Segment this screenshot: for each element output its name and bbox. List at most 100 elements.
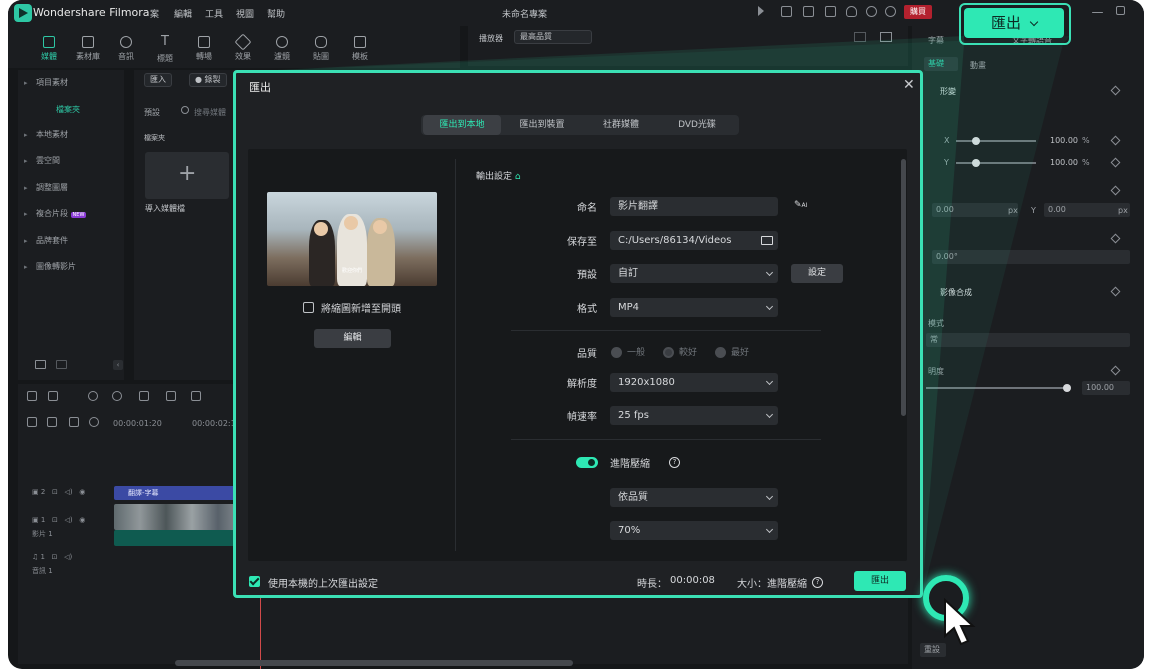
quality-normal-radio[interactable]	[611, 347, 622, 358]
sidebar-item-local-media[interactable]: 本地素材	[18, 124, 124, 146]
crop-icon[interactable]	[191, 391, 201, 401]
edit-thumbnail-button[interactable]: 編輯	[314, 329, 391, 348]
record-dropdown[interactable]: ● 錄製	[189, 73, 227, 87]
help-icon[interactable]: ?	[812, 577, 823, 588]
name-input[interactable]: 影片翻譯	[610, 197, 778, 216]
tool-filters[interactable]: 濾鏡	[264, 36, 300, 62]
tab-export-device[interactable]: 匯出到裝置	[503, 115, 581, 135]
menu-edit[interactable]: 編輯	[174, 7, 192, 20]
settings-scrollbar[interactable]	[901, 159, 906, 416]
send-icon[interactable]	[758, 6, 764, 16]
title-clip[interactable]: 翻譯-字幕	[114, 486, 244, 500]
export-callout-button[interactable]: 匯出	[964, 8, 1064, 38]
format-dropdown[interactable]: MP4	[610, 298, 778, 317]
quality-dropdown[interactable]: 最高品質	[514, 30, 592, 44]
tab-subtitle[interactable]: 字幕	[928, 35, 944, 46]
compression-mode-dropdown[interactable]: 依品質	[610, 488, 778, 507]
sidebar-item-folder[interactable]: 檔案夾	[56, 104, 80, 115]
add-thumbnail-checkbox[interactable]	[303, 302, 314, 313]
resolution-dropdown[interactable]: 1920x1080	[610, 373, 778, 392]
tool-stock[interactable]: 素材庫	[70, 36, 106, 62]
settings-button[interactable]: 設定	[791, 264, 843, 283]
tab-dvd[interactable]: DVD光碟	[659, 115, 735, 135]
scale-y-value[interactable]: 100.00	[1050, 158, 1078, 167]
sidebar-item-image-to-video[interactable]: 圖像轉影片	[18, 256, 124, 278]
tool-titles[interactable]: T 標題	[147, 35, 183, 64]
keyframe-diamond-icon[interactable]	[1110, 365, 1121, 376]
blend-mode-dropdown[interactable]: 常	[926, 333, 1130, 347]
select-tool-icon[interactable]	[48, 391, 58, 401]
scale-y-slider[interactable]	[956, 162, 1036, 164]
menu-file[interactable]: 案	[150, 7, 159, 20]
tab-social-media[interactable]: 社群媒體	[585, 115, 657, 135]
marker-icon[interactable]	[69, 417, 79, 427]
minimize-icon[interactable]	[1092, 12, 1103, 13]
menu-help[interactable]: 幫助	[267, 7, 285, 20]
tool-transitions[interactable]: 轉場	[186, 36, 222, 62]
position-x-field[interactable]: 0.00	[932, 203, 1018, 217]
redo-icon[interactable]	[112, 391, 122, 401]
add-track-icon[interactable]	[27, 417, 37, 427]
help-icon[interactable]: ?	[669, 457, 680, 468]
cloud-icon[interactable]	[846, 6, 857, 17]
keyframe-diamond-icon[interactable]	[1110, 185, 1121, 196]
use-last-settings-checkbox[interactable]	[249, 576, 260, 587]
keyframe-diamond-icon[interactable]	[1110, 135, 1121, 146]
quality-better-radio[interactable]	[663, 347, 674, 358]
snapshot-icon[interactable]	[880, 32, 892, 42]
preset-filter[interactable]: 預設	[144, 107, 160, 118]
document-icon[interactable]	[781, 6, 792, 17]
tool-templates[interactable]: 模板	[342, 36, 378, 62]
opacity-value[interactable]: 100.00	[1082, 381, 1130, 395]
buy-button[interactable]: 購買	[904, 5, 932, 19]
keyframe-diamond-icon[interactable]	[1110, 85, 1121, 96]
quality-best-radio[interactable]	[715, 347, 726, 358]
tool-effects[interactable]: 效果	[225, 33, 261, 62]
sidebar-item-compound-clip[interactable]: 複合片段 NEW	[18, 203, 124, 225]
sidebar-item-project-media[interactable]: 項目素材	[18, 72, 124, 94]
menu-view[interactable]: 視圖	[236, 7, 254, 20]
scale-x-knob[interactable]	[972, 137, 980, 145]
undo-icon[interactable]	[88, 391, 98, 401]
grid-icon[interactable]	[854, 32, 866, 42]
timeline-scrollbar[interactable]	[175, 660, 573, 666]
advanced-compression-toggle[interactable]	[576, 457, 598, 468]
scale-x-slider[interactable]	[956, 140, 1036, 142]
menu-tools[interactable]: 工具	[205, 7, 223, 20]
notification-icon[interactable]	[885, 6, 896, 17]
new-folder-icon[interactable]	[35, 360, 46, 369]
layout-icon[interactable]	[27, 391, 37, 401]
scale-y-knob[interactable]	[972, 159, 980, 167]
rotation-field[interactable]: 0.00°	[932, 250, 1130, 264]
tab-export-local[interactable]: 匯出到本地	[423, 115, 501, 135]
magnet-icon[interactable]	[89, 417, 99, 427]
framerate-dropdown[interactable]: 25 fps	[610, 406, 778, 425]
keyframe-diamond-icon[interactable]	[1110, 157, 1121, 168]
audio-waveform-clip[interactable]	[114, 530, 244, 546]
search-input[interactable]: 搜尋媒體	[194, 107, 226, 118]
folder-open-icon[interactable]	[761, 236, 773, 245]
scissors-icon[interactable]	[166, 391, 176, 401]
sub-tab-basic[interactable]: 基礎	[924, 57, 958, 71]
sidebar-item-brand-kit[interactable]: 品牌套件	[18, 230, 124, 252]
collapse-sidebar-icon[interactable]: ‹	[113, 360, 123, 370]
scale-x-value[interactable]: 100.00	[1050, 136, 1078, 145]
keyframe-diamond-icon[interactable]	[1110, 233, 1121, 244]
save-path-input[interactable]: C:/Users/86134/Videos	[610, 231, 778, 250]
tool-stickers[interactable]: 貼圖	[303, 36, 339, 62]
restore-icon[interactable]	[1116, 6, 1125, 15]
import-media-tile[interactable]	[145, 152, 229, 199]
keyframe-diamond-icon[interactable]	[1110, 286, 1121, 297]
delete-icon[interactable]	[139, 391, 149, 401]
sidebar-item-cloud[interactable]: 雲空間	[18, 150, 124, 172]
export-button[interactable]: 匯出	[854, 571, 906, 591]
compression-percent-dropdown[interactable]: 70%	[610, 521, 778, 540]
tool-audio[interactable]: 音訊	[108, 36, 144, 62]
folder-icon[interactable]	[56, 360, 67, 369]
import-dropdown[interactable]: 匯入	[144, 73, 172, 87]
sidebar-item-adjustment-layer[interactable]: 調整圖層	[18, 177, 124, 199]
tool-media[interactable]: 媒體	[31, 36, 67, 62]
opacity-slider[interactable]	[926, 387, 1068, 389]
ai-rename-icon[interactable]: ✎AI	[794, 200, 807, 210]
opacity-knob[interactable]	[1063, 384, 1071, 392]
